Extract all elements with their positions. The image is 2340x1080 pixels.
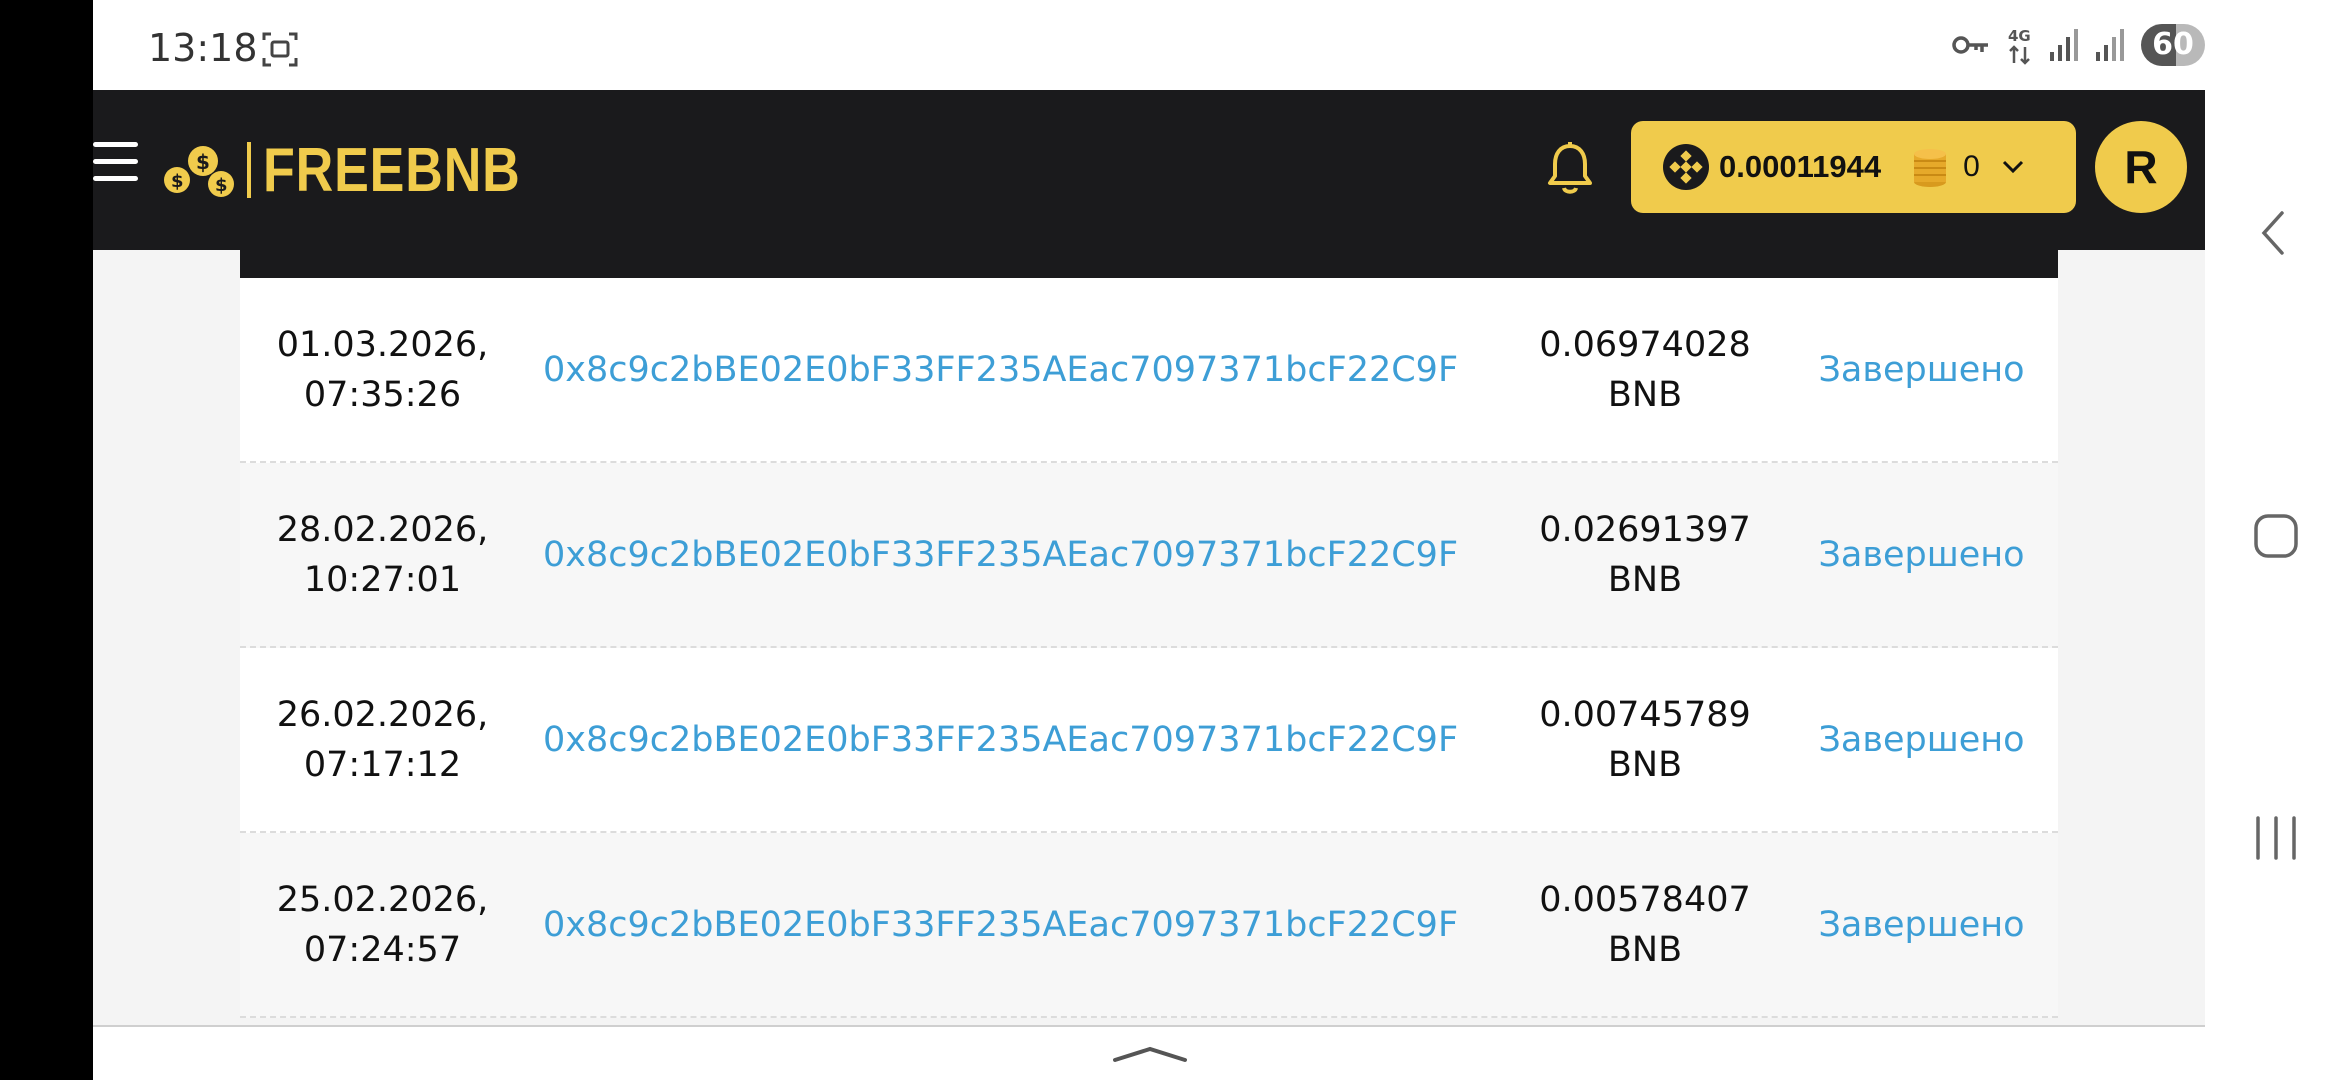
bnb-balance: 0.00011944 — [1719, 149, 1882, 184]
battery-indicator: 60 — [2141, 24, 2205, 66]
logo-divider — [247, 142, 251, 198]
status-icons: 4G 60 — [1935, 22, 2205, 68]
chevron-up-icon[interactable] — [1113, 1045, 1187, 1063]
status-link[interactable]: Завершено — [1785, 530, 2058, 580]
network-4g-icon: 4G — [2008, 27, 2031, 65]
svg-text:$: $ — [196, 150, 210, 174]
date-cell: 01.03.2026, 07:35:26 — [240, 320, 525, 420]
screenshot-icon — [262, 32, 298, 67]
svg-text:4G: 4G — [2008, 27, 2031, 45]
left-black-bar — [0, 0, 93, 1080]
svg-text:$: $ — [171, 171, 184, 192]
date-text: 26.02.2026, — [276, 694, 489, 735]
address-link[interactable]: 0x8c9c2bBE02E0bF33FF235AEac7097371bcF22C… — [525, 715, 1505, 765]
amount-cell: 0.02691397 BNB — [1505, 505, 1785, 605]
date-text: 01.03.2026, — [276, 324, 489, 365]
recents-icon[interactable] — [2254, 815, 2298, 861]
status-link[interactable]: Завершено — [1785, 715, 2058, 765]
chevron-down-icon — [2002, 160, 2023, 174]
amount-cell: 0.00745789 BNB — [1505, 690, 1785, 790]
status-time: 13:18 — [148, 26, 258, 70]
amount-currency: BNB — [1607, 744, 1683, 785]
signal-icon — [2096, 29, 2124, 61]
address-link[interactable]: 0x8c9c2bBE02E0bF33FF235AEac7097371bcF22C… — [525, 345, 1505, 395]
withdrawals-table: 01.03.2026, 07:35:26 0x8c9c2bBE02E0bF33F… — [240, 250, 2058, 1018]
vpn-key-icon — [1952, 36, 1988, 54]
time-text: 07:17:12 — [303, 744, 462, 785]
signal-icon — [2050, 29, 2078, 61]
table-row: 26.02.2026, 07:17:12 0x8c9c2bBE02E0bF33F… — [240, 648, 2058, 833]
status-link[interactable]: Завершено — [1785, 900, 2058, 950]
amount-currency: BNB — [1607, 929, 1683, 970]
home-icon[interactable] — [2253, 513, 2299, 559]
system-nav-bar — [2205, 0, 2340, 1080]
amount-value: 0.00745789 — [1539, 694, 1751, 735]
coins-count: 0 — [1963, 150, 1980, 183]
back-icon[interactable] — [2260, 210, 2286, 256]
date-cell: 26.02.2026, 07:17:12 — [240, 690, 525, 790]
coins-logo-icon: $ $ $ — [164, 146, 234, 197]
time-text: 07:35:26 — [303, 374, 462, 415]
date-cell: 28.02.2026, 10:27:01 — [240, 505, 525, 605]
svg-text:$: $ — [215, 175, 228, 196]
status-bar: 13:18 4G 60 — [93, 0, 2205, 90]
logo[interactable]: $ $ $ FREEBNB — [163, 134, 570, 206]
amount-cell: 0.06974028 BNB — [1505, 320, 1785, 420]
balance-dropdown[interactable]: 0.00011944 0 — [1631, 121, 2076, 213]
table-row: 28.02.2026, 10:27:01 0x8c9c2bBE02E0bF33F… — [240, 463, 2058, 648]
time-text: 07:24:57 — [303, 929, 462, 970]
menu-icon[interactable] — [93, 142, 138, 182]
bottom-sheet-bar[interactable] — [93, 1025, 2205, 1080]
date-text: 28.02.2026, — [276, 509, 489, 550]
amount-currency: BNB — [1607, 374, 1683, 415]
amount-currency: BNB — [1607, 559, 1683, 600]
avatar[interactable]: R — [2095, 121, 2187, 213]
amount-value: 0.02691397 — [1539, 509, 1751, 550]
date-text: 25.02.2026, — [276, 879, 489, 920]
coin-stack-icon — [1914, 149, 1947, 187]
table-header-strip — [240, 250, 2058, 278]
table-row: 01.03.2026, 07:35:26 0x8c9c2bBE02E0bF33F… — [240, 278, 2058, 463]
logo-text: FREEBNB — [263, 135, 521, 205]
address-link[interactable]: 0x8c9c2bBE02E0bF33FF235AEac7097371bcF22C… — [525, 900, 1505, 950]
amount-cell: 0.00578407 BNB — [1505, 875, 1785, 975]
time-text: 10:27:01 — [303, 559, 462, 600]
transactions-area: 01.03.2026, 07:35:26 0x8c9c2bBE02E0bF33F… — [93, 250, 2205, 1025]
amount-value: 0.00578407 — [1539, 879, 1751, 920]
status-link[interactable]: Завершено — [1785, 345, 2058, 395]
address-link[interactable]: 0x8c9c2bBE02E0bF33FF235AEac7097371bcF22C… — [525, 530, 1505, 580]
amount-value: 0.06974028 — [1539, 324, 1751, 365]
app-header: $ $ $ FREEBNB 0.00011944 0 R — [93, 90, 2205, 250]
bell-icon[interactable] — [1545, 140, 1595, 196]
date-cell: 25.02.2026, 07:24:57 — [240, 875, 525, 975]
table-row: 25.02.2026, 07:24:57 0x8c9c2bBE02E0bF33F… — [240, 833, 2058, 1018]
bnb-icon — [1663, 144, 1709, 190]
